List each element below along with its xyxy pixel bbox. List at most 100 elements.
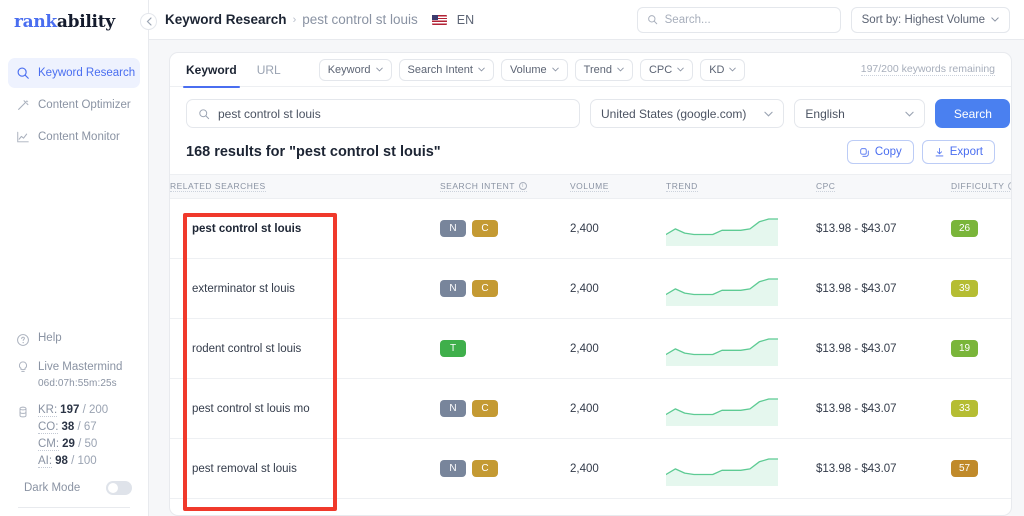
filter-chip-keyword[interactable]: Keyword	[318, 58, 392, 81]
sidebar-item-content-optimizer[interactable]: Content Optimizer	[8, 90, 140, 120]
col-search-intent[interactable]: SEARCH INTENT i	[440, 174, 570, 199]
sidebar-item-content-monitor[interactable]: Content Monitor	[8, 122, 140, 152]
sidebar-item-help[interactable]: Help	[8, 332, 140, 347]
country-select[interactable]: United States (google.com)	[590, 99, 785, 128]
chevron-down-icon	[729, 67, 737, 72]
copy-icon	[860, 147, 869, 157]
search-icon	[16, 66, 30, 80]
difficulty-badge: 26	[951, 220, 978, 237]
table-row[interactable]: pest control st louis N C 2,400 $13.98 - $4…	[170, 198, 1011, 259]
table-row[interactable]: exterminator st louis N C 2,400 $13.98 - $4…	[170, 258, 1011, 319]
copy-button[interactable]: Copy	[846, 140, 914, 164]
intent-badge[interactable]: N	[440, 460, 466, 477]
chip-label: KD	[709, 63, 725, 76]
filter-chip-cpc[interactable]: CPC	[639, 58, 694, 81]
language-code: EN	[456, 12, 475, 27]
cell-cpc: $13.98 - $43.07	[816, 258, 951, 319]
cell-volume: 2,400	[570, 438, 666, 499]
intent-badge[interactable]: N	[440, 280, 466, 297]
results-table-wrap: RELATED SEARCHES SEARCH INTENT i VOLUME T…	[170, 174, 1011, 515]
filter-chip-kd[interactable]: KD	[700, 58, 746, 81]
cell-trend	[666, 438, 816, 499]
search-row: pest control st louis United States (goo…	[170, 87, 1011, 136]
filter-chip-trend[interactable]: Trend	[574, 58, 633, 81]
intent-badge[interactable]: C	[472, 400, 498, 417]
cell-keyword[interactable]: pest removal st louis	[170, 438, 440, 499]
search-icon	[647, 15, 657, 25]
filter-chip-search-intent[interactable]: Search Intent	[398, 58, 494, 81]
info-icon[interactable]: i	[518, 182, 527, 190]
database-icon	[16, 405, 30, 419]
export-button[interactable]: Export	[921, 140, 995, 164]
table-body: pest control st louis N C 2,400 $13.98 - $4…	[170, 198, 1011, 499]
global-search-field[interactable]: Search...	[636, 6, 841, 33]
dark-mode-toggle[interactable]	[106, 481, 132, 495]
intent-badge[interactable]: C	[472, 280, 498, 297]
table-head: RELATED SEARCHES SEARCH INTENT i VOLUME T…	[170, 174, 1011, 199]
cell-volume: 2,400	[570, 258, 666, 319]
breadcrumb-separator: ›	[292, 13, 297, 26]
search-icon	[199, 108, 210, 119]
app-logo[interactable]: rankability	[0, 0, 148, 32]
cell-keyword[interactable]: pest control st louis mo	[170, 378, 440, 439]
intent-badge[interactable]: T	[440, 340, 466, 357]
logo-part-two: ability	[56, 12, 115, 32]
sort-by-dropdown[interactable]: Sort by: Highest Volume	[850, 6, 1010, 33]
tab-keyword[interactable]: Keyword	[183, 53, 240, 88]
col-difficulty[interactable]: DIFFICULTYi	[951, 174, 1011, 199]
table-row[interactable]: rodent control st louis T 2,400 $13.98 - $…	[170, 318, 1011, 379]
cell-keyword[interactable]: rodent control st louis	[170, 318, 440, 379]
cell-cpc: $13.98 - $43.07	[816, 198, 951, 259]
col-cpc[interactable]: CPC	[816, 174, 951, 199]
filter-chip-volume[interactable]: Volume	[500, 58, 568, 81]
dark-mode-row[interactable]: Dark Mode	[8, 479, 140, 507]
intent-badge[interactable]: N	[440, 220, 466, 237]
intent-badge[interactable]: C	[472, 220, 498, 237]
chip-label: Keyword	[327, 63, 371, 76]
keyword-text: rodent control st louis	[192, 342, 302, 355]
col-related-searches[interactable]: RELATED SEARCHES	[170, 174, 440, 199]
cell-volume: 2,400	[570, 318, 666, 379]
cell-volume: 2,400	[570, 198, 666, 259]
tab-url[interactable]: URL	[257, 53, 281, 87]
app-root: rankability Keyword Research Content Opt…	[0, 0, 1024, 516]
cell-keyword[interactable]: exterminator st louis	[170, 258, 440, 319]
language-select[interactable]: English	[794, 99, 926, 128]
breadcrumb-root[interactable]: Keyword Research	[165, 12, 287, 27]
quota-label: CO:	[38, 421, 59, 434]
col-trend[interactable]: TREND	[666, 174, 816, 199]
trend-sparkline	[666, 337, 778, 366]
table-row[interactable]: pest control st louis mo N C 2,400 $13.98 -…	[170, 378, 1011, 439]
cell-search-intent: T	[440, 318, 570, 379]
trend-sparkline	[666, 397, 778, 426]
cell-trend	[666, 318, 816, 379]
cell-cpc: $13.98 - $43.07	[816, 438, 951, 499]
global-search-placeholder: Search...	[664, 13, 711, 26]
sidebar-collapse-icon[interactable]	[140, 13, 157, 30]
intent-badge[interactable]: C	[472, 460, 498, 477]
table-header-row: RELATED SEARCHES SEARCH INTENT i VOLUME T…	[170, 174, 1011, 199]
info-icon[interactable]: i	[1008, 182, 1011, 190]
content-area: Keyword URL Keyword Search Intent Volume…	[149, 40, 1024, 516]
table-row[interactable]: pest removal st louis N C 2,400 $13.98 - $4…	[170, 438, 1011, 499]
keyword-search-input[interactable]: pest control st louis	[186, 99, 580, 128]
cell-search-intent: NC	[440, 198, 570, 259]
sidebar-item-keyword-research[interactable]: Keyword Research	[8, 58, 140, 88]
search-button[interactable]: Search	[935, 99, 1011, 128]
keyword-search-value: pest control st louis	[218, 106, 321, 121]
cell-difficulty: 39	[951, 258, 1011, 319]
col-volume[interactable]: VOLUME	[570, 174, 666, 199]
results-title: 168 results for "pest control st louis"	[186, 144, 441, 160]
cell-keyword[interactable]: pest control st louis	[170, 198, 440, 259]
export-label: Export	[949, 146, 983, 158]
page-scrollbar[interactable]	[1018, 0, 1024, 516]
cell-cpc: $13.98 - $43.07	[816, 378, 951, 439]
col-label: TREND	[666, 181, 698, 192]
results-table: RELATED SEARCHES SEARCH INTENT i VOLUME T…	[170, 174, 1011, 499]
intent-badge[interactable]: N	[440, 400, 466, 417]
help-circle-icon	[16, 333, 30, 347]
live-mastermind-label: Live Mastermind	[38, 360, 123, 373]
quota-value: 98	[55, 455, 68, 467]
sidebar-item-live-mastermind[interactable]: Live Mastermind 06d:07h:55m:25s	[8, 359, 140, 392]
intent-badges: NC	[440, 400, 570, 417]
